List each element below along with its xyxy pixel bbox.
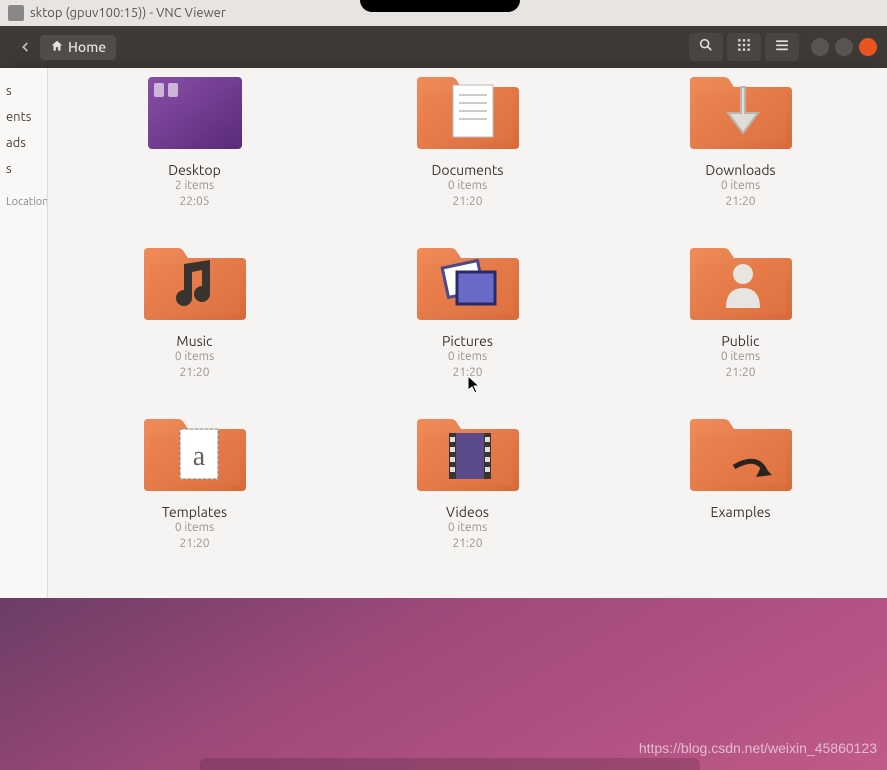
breadcrumb-home[interactable]: Home xyxy=(40,35,116,60)
menu-icon xyxy=(775,38,789,56)
window-controls xyxy=(811,38,877,56)
folder-timestamp: 21:20 xyxy=(452,365,482,381)
search-button[interactable] xyxy=(689,33,723,61)
templates-folder-icon: a xyxy=(135,410,255,500)
sidebar: s ents ads s Locations xyxy=(0,68,48,598)
physical-notch xyxy=(360,0,520,12)
folder-timestamp: 21:20 xyxy=(725,194,755,210)
folder-label: Music xyxy=(176,333,212,349)
folder-item-count: 0 items xyxy=(175,349,214,365)
sidebar-item[interactable]: s xyxy=(6,156,41,182)
folder-label: Public xyxy=(721,333,759,349)
public-folder-icon xyxy=(681,239,801,329)
folder-examples[interactable]: Examples xyxy=(661,410,821,551)
folder-videos[interactable]: Videos0 items21:20 xyxy=(388,410,548,551)
sidebar-item[interactable]: ents xyxy=(6,104,41,130)
folder-view[interactable]: Desktop2 items22:05 Documents0 items21:2… xyxy=(48,68,887,598)
documents-folder-icon xyxy=(408,68,528,158)
folder-timestamp: 21:20 xyxy=(452,536,482,552)
videos-folder-icon xyxy=(408,410,528,500)
folder-label: Downloads xyxy=(705,162,775,178)
search-icon xyxy=(698,37,714,57)
folder-timestamp: 21:20 xyxy=(179,536,209,552)
dock[interactable] xyxy=(200,758,700,770)
pictures-folder-icon xyxy=(408,239,528,329)
folder-label: Desktop xyxy=(168,162,221,178)
folder-label: Documents xyxy=(432,162,504,178)
folder-templates[interactable]: a Templates0 items21:20 xyxy=(115,410,275,551)
app-icon xyxy=(8,5,24,21)
grid-icon xyxy=(737,38,751,56)
folder-label: Pictures xyxy=(442,333,493,349)
examples-folder-icon xyxy=(681,410,801,500)
file-manager-body: s ents ads s Locations Desktop2 items22:… xyxy=(0,68,887,598)
svg-text:a: a xyxy=(192,441,205,472)
back-button[interactable] xyxy=(16,38,34,56)
folder-pictures[interactable]: Pictures0 items21:20 xyxy=(388,239,548,380)
folder-documents[interactable]: Documents0 items21:20 xyxy=(388,68,548,209)
folder-item-count: 0 items xyxy=(721,178,760,194)
close-button[interactable] xyxy=(859,38,877,56)
music-folder-icon xyxy=(135,239,255,329)
folder-public[interactable]: Public0 items21:20 xyxy=(661,239,821,380)
folder-label: Videos xyxy=(446,504,489,520)
folder-item-count: 0 items xyxy=(175,520,214,536)
folder-timestamp: 21:20 xyxy=(452,194,482,210)
folder-item-count: 0 items xyxy=(448,520,487,536)
window-title: sktop (gpuv100:15)) - VNC Viewer xyxy=(30,6,226,20)
sidebar-item[interactable]: s xyxy=(6,78,41,104)
sidebar-heading: Locations xyxy=(6,182,41,214)
downloads-folder-icon xyxy=(681,68,801,158)
desktop-folder-icon xyxy=(135,68,255,158)
folder-item-count: 0 items xyxy=(448,349,487,365)
folder-item-count: 0 items xyxy=(448,178,487,194)
folder-label: Examples xyxy=(711,504,771,520)
folder-desktop[interactable]: Desktop2 items22:05 xyxy=(115,68,275,209)
minimize-button[interactable] xyxy=(811,38,829,56)
maximize-button[interactable] xyxy=(835,38,853,56)
list-view-button[interactable] xyxy=(765,33,799,61)
folder-label: Templates xyxy=(162,504,227,520)
breadcrumb-label: Home xyxy=(68,39,106,55)
folder-item-count: 2 items xyxy=(175,178,214,194)
home-icon xyxy=(50,39,64,56)
folder-music[interactable]: Music0 items21:20 xyxy=(115,239,275,380)
folder-downloads[interactable]: Downloads0 items21:20 xyxy=(661,68,821,209)
watermark-text: https://blog.csdn.net/weixin_45860123 xyxy=(639,740,877,756)
folder-timestamp: 22:05 xyxy=(179,194,209,210)
folder-timestamp: 21:20 xyxy=(725,365,755,381)
file-manager-toolbar: Home xyxy=(0,26,887,68)
grid-view-button[interactable] xyxy=(727,33,761,61)
sidebar-item[interactable]: ads xyxy=(6,130,41,156)
folder-item-count: 0 items xyxy=(721,349,760,365)
folder-timestamp: 21:20 xyxy=(179,365,209,381)
